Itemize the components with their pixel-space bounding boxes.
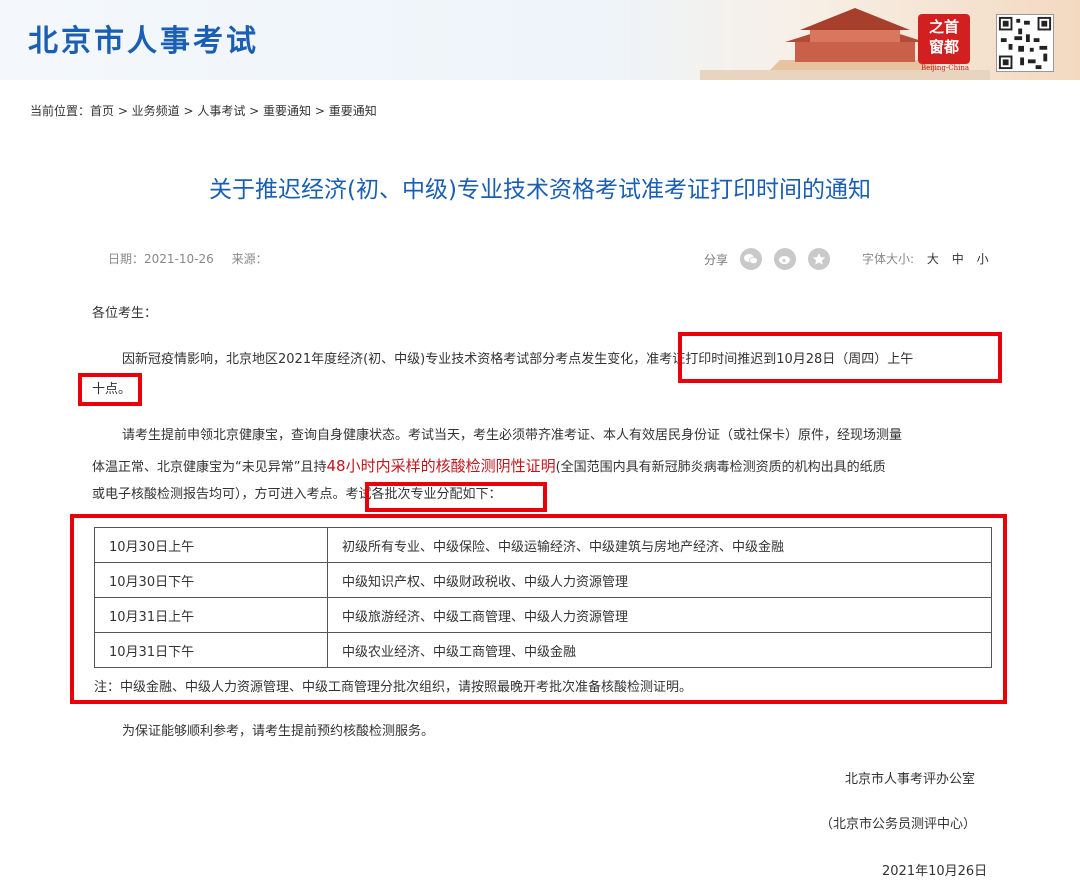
breadcrumb[interactable]: 当前位置：首页 > 业务频道 > 人事考试 > 重要通知 > 重要通知 <box>30 102 377 119</box>
paragraph-2: 请考生提前申领北京健康宝，查询自身健康状态。考试当天，考生必须带齐准考证、本人有… <box>122 428 903 443</box>
salutation: 各位考生： <box>92 306 158 321</box>
highlight-box-print-time <box>678 332 1002 383</box>
publish-date: 日期：2021-10-26 <box>108 252 214 266</box>
qr-code-icon <box>996 14 1054 72</box>
site-header: 北京市人事考试 之首 窗都 Beijing-China <box>0 0 1080 80</box>
font-size-large[interactable]: 大 <box>927 252 939 266</box>
highlight-box-schedule <box>70 514 1007 704</box>
highlight-box-allocation <box>365 482 547 512</box>
share-label: 分享 <box>704 252 729 267</box>
font-size-medium[interactable]: 中 <box>952 252 964 266</box>
article-meta: 日期：2021-10-26 来源： <box>108 250 282 267</box>
paragraph-2-line2: 体温正常、北京健康宝为“未见异常”且持48小时内采样的核酸检测阴性证明(全国范围… <box>92 457 886 475</box>
favorite-star-icon[interactable] <box>808 248 831 270</box>
signature-date: 2021年10月26日 <box>882 864 988 879</box>
font-size-small[interactable]: 小 <box>977 252 989 266</box>
share-bar: 分享 <box>704 248 831 270</box>
paragraph-3: 为保证能够顺利参考，请考生提前预约核酸检测服务。 <box>122 724 435 739</box>
weibo-icon[interactable] <box>774 248 797 270</box>
article-source: 来源： <box>231 252 268 266</box>
font-size-control: 字体大小: 大 中 小 <box>862 250 989 267</box>
site-title[interactable]: 北京市人事考试 <box>28 16 259 60</box>
signature-org: 北京市人事考评办公室 <box>845 772 976 787</box>
signature-sub: （北京市公务员测评中心） <box>820 817 977 832</box>
capital-window-logo: 之首 窗都 <box>918 14 970 64</box>
font-size-label: 字体大小: <box>862 252 915 266</box>
logo-subtitle: Beijing-China <box>920 64 970 72</box>
nucleic-test-requirement: 48小时内采样的核酸检测阴性证明 <box>326 457 556 475</box>
highlight-box-ten-oclock <box>78 373 142 406</box>
wechat-icon[interactable] <box>740 248 763 270</box>
page-title: 关于推迟经济(初、中级)专业技术资格考试准考证打印时间的通知 <box>209 177 871 203</box>
